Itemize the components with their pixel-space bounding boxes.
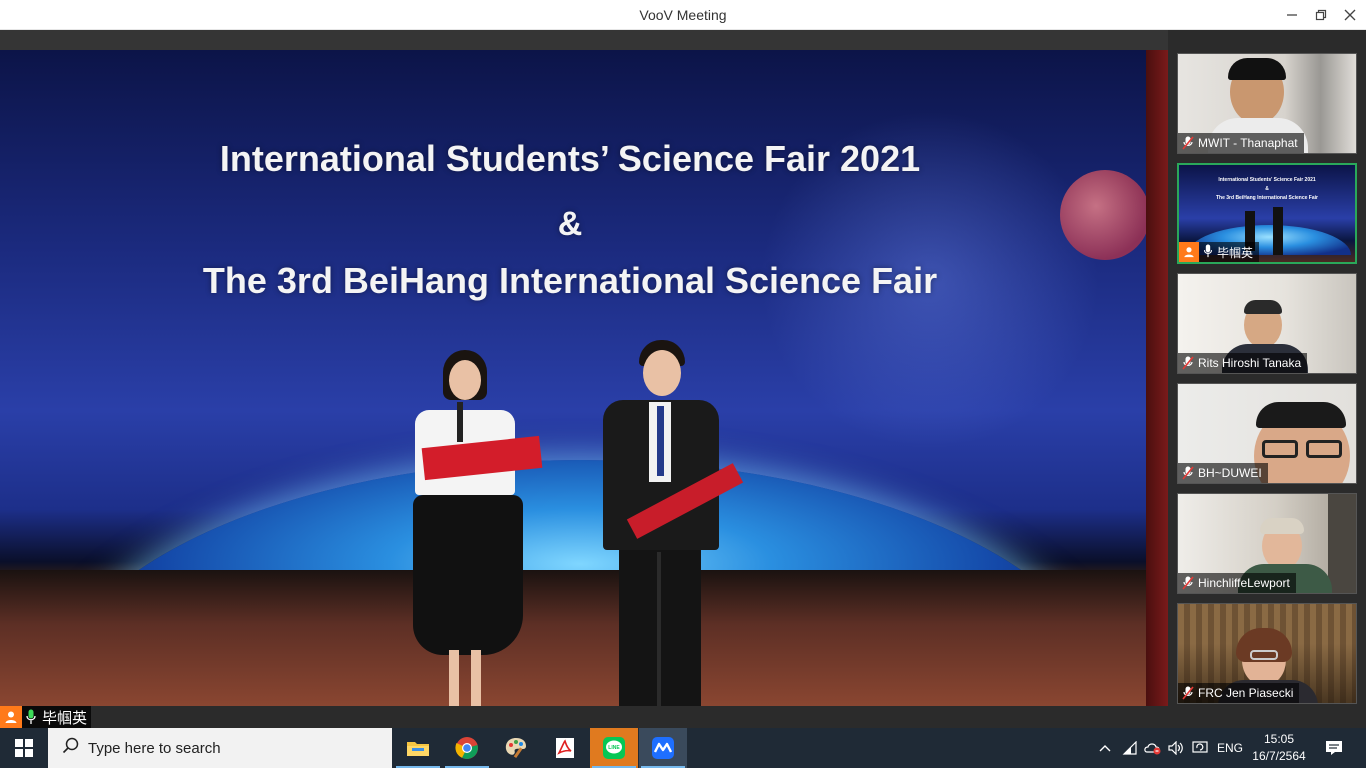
- participant-tile[interactable]: MWIT - Thanaphat: [1177, 53, 1357, 154]
- voov-meeting-button[interactable]: [639, 728, 687, 768]
- chrome-button[interactable]: [443, 728, 491, 768]
- participant-tile[interactable]: BH~DUWEI: [1177, 383, 1357, 484]
- mini-stage-line1: International Students' Science Fair 202…: [1218, 177, 1316, 183]
- microphone-icon: [1203, 243, 1213, 261]
- participant-label: MWIT - Thanaphat: [1178, 133, 1304, 153]
- participant-tile[interactable]: HinchliffeLewport: [1177, 493, 1357, 594]
- participant-name: Rits Hiroshi Tanaka: [1198, 356, 1302, 370]
- minimize-icon: [1287, 14, 1297, 16]
- stage-top-strip: [0, 30, 1168, 50]
- show-hidden-icons-button[interactable]: [1094, 728, 1116, 768]
- microphone-muted-icon: [1182, 576, 1194, 590]
- microphone-muted-icon: [1182, 466, 1194, 480]
- participant-label: 毕帼英: [1179, 242, 1260, 262]
- close-icon: [1344, 9, 1356, 21]
- window-title: VooV Meeting: [639, 7, 727, 23]
- action-center-button[interactable]: [1318, 728, 1350, 768]
- mini-stage-line3: The 3rd BeiHang International Science Fa…: [1216, 195, 1318, 201]
- pdf-icon: [556, 738, 574, 758]
- notification-area-app-button[interactable]: [1189, 728, 1211, 768]
- onedrive-button[interactable]: [1142, 728, 1164, 768]
- microphone-muted-icon: [1182, 356, 1194, 370]
- network-button[interactable]: [1118, 728, 1142, 768]
- participant-label: HinchliffeLewport: [1178, 573, 1296, 593]
- input-language-button[interactable]: ENG: [1212, 728, 1248, 768]
- participant-label: Rits Hiroshi Tanaka: [1178, 353, 1308, 373]
- windows-taskbar: Type here to search LINE ENG 15:05 16/7/…: [0, 728, 1366, 768]
- clock-date: 16/7/2564: [1252, 749, 1306, 763]
- stage-title-line1: International Students’ Science Fair 202…: [219, 138, 921, 179]
- file-explorer-button[interactable]: [394, 728, 442, 768]
- notifications-icon: [1326, 741, 1342, 755]
- participant-tile[interactable]: Rits Hiroshi Tanaka: [1177, 273, 1357, 374]
- stage-title-line2: The 3rd BeiHang International Science Fa…: [202, 260, 938, 301]
- wifi-icon: [1122, 741, 1137, 755]
- participant-label: BH~DUWEI: [1178, 463, 1268, 483]
- participant-name: BH~DUWEI: [1198, 466, 1262, 480]
- host-female: [405, 350, 543, 706]
- search-icon: [62, 737, 88, 759]
- search-placeholder: Type here to search: [88, 739, 221, 757]
- active-speaker-name: 毕帼英: [42, 709, 88, 727]
- windows-logo-icon: [15, 739, 33, 757]
- participant-name: HinchliffeLewport: [1198, 576, 1290, 590]
- minimize-button[interactable]: [1276, 0, 1308, 30]
- chrome-icon: [455, 737, 478, 759]
- participant-name: MWIT - Thanaphat: [1198, 136, 1298, 150]
- folder-icon: [407, 742, 429, 756]
- display-refresh-icon: [1192, 741, 1208, 753]
- main-stage: International Students’ Science Fair 202…: [0, 30, 1168, 728]
- cloud-error-icon: [1144, 743, 1161, 755]
- stage-floor: [0, 570, 1146, 706]
- stage-title-ampersand: &: [557, 205, 583, 243]
- participant-label: FRC Jen Piasecki: [1178, 683, 1300, 703]
- svg-text:LINE: LINE: [608, 745, 620, 751]
- restore-button[interactable]: [1305, 0, 1337, 30]
- volume-button[interactable]: [1165, 728, 1187, 768]
- participant-tile[interactable]: FRC Jen Piasecki: [1177, 603, 1357, 704]
- start-button[interactable]: [0, 728, 48, 768]
- main-video[interactable]: International Students’ Science Fair 202…: [0, 50, 1168, 706]
- voov-meeting-icon: [652, 737, 674, 759]
- close-button[interactable]: [1334, 0, 1366, 30]
- chevron-up-icon: [1099, 745, 1111, 752]
- line-app-button[interactable]: LINE: [590, 728, 638, 768]
- paint-palette-icon: [505, 738, 526, 759]
- participants-panel: MWIT - Thanaphat International Students'…: [1168, 30, 1366, 728]
- taskbar-clock[interactable]: 15:05 16/7/2564: [1248, 731, 1310, 765]
- active-speaker-tag: 毕帼英: [0, 706, 92, 728]
- restore-icon: [1315, 9, 1327, 21]
- mini-stage-line2: &: [1265, 186, 1269, 192]
- participant-name: 毕帼英: [1217, 245, 1254, 260]
- microphone-muted-icon: [1182, 686, 1194, 700]
- host-male: [595, 340, 744, 706]
- pdf-reader-button[interactable]: [541, 728, 589, 768]
- line-chat-icon: LINE: [603, 737, 625, 759]
- paint-button[interactable]: [492, 728, 540, 768]
- avatar-icon: [0, 706, 22, 728]
- title-bar: VooV Meeting: [0, 0, 1366, 30]
- microphone-active-icon: [22, 706, 40, 728]
- avatar-icon: [1179, 242, 1199, 262]
- taskbar-search-box[interactable]: Type here to search: [48, 728, 392, 768]
- microphone-muted-icon: [1182, 136, 1194, 150]
- participant-name: FRC Jen Piasecki: [1198, 686, 1294, 700]
- clock-time: 15:05: [1263, 732, 1295, 746]
- participant-tile-active[interactable]: International Students' Science Fair 202…: [1177, 163, 1357, 264]
- speaker-icon: [1168, 741, 1183, 755]
